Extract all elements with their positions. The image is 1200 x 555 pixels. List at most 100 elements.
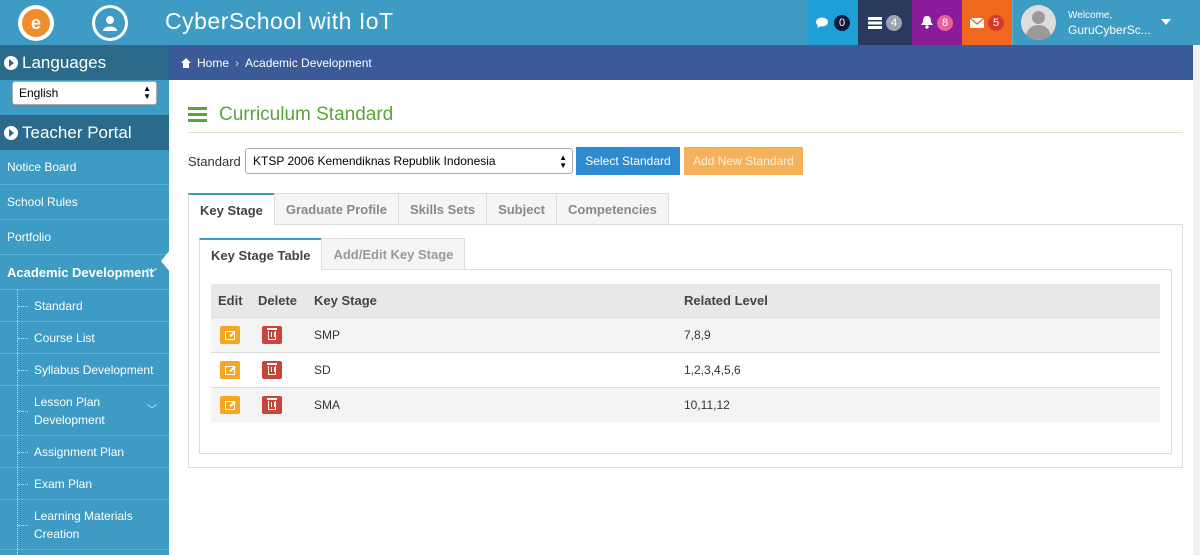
title-divider (188, 132, 1183, 133)
languages-section-title: Languages (0, 45, 169, 80)
related-level-cell: 1,2,3,4,5,6 (684, 363, 741, 377)
key-stage-cell: SMP (314, 328, 341, 342)
delete-button[interactable] (262, 326, 282, 344)
language-value: English (19, 86, 59, 100)
tab-skills-sets[interactable]: Skills Sets (398, 193, 488, 224)
key-stage-table: Edit Delete Key Stage Related Level SMP … (211, 284, 1160, 422)
table-row: SD 1,2,3,4,5,6 (211, 352, 1160, 387)
edit-icon (225, 330, 235, 340)
languages-title: Languages (22, 52, 107, 72)
sidebar-item-portfolio[interactable]: Portfolio (0, 220, 169, 255)
sidebar-item-academic-development[interactable]: Academic Development ﹀ (0, 255, 169, 290)
sidebar-sub-syllabus[interactable]: Syllabus Development (0, 354, 169, 386)
breadcrumb-home[interactable]: Home (197, 56, 229, 70)
language-select[interactable]: English ▲ ▼ (12, 81, 157, 105)
select-arrows-icon: ▲ ▼ (559, 153, 567, 170)
sidebar-item-label: Academic Development (7, 264, 154, 280)
alerts-count-badge: 8 (937, 14, 953, 31)
column-header-related-level: Related Level (684, 293, 768, 308)
envelope-icon (970, 17, 984, 28)
app-title: CyberSchool with IoT (165, 8, 394, 34)
related-level-cell: 7,8,9 (684, 328, 711, 342)
sidebar-sub-exam-plan[interactable]: Exam Plan (0, 468, 169, 500)
portal-title: Teacher Portal (22, 122, 132, 142)
user-name: GuruCyberSc... (1068, 23, 1151, 37)
tasks-notification[interactable]: 4 (858, 0, 912, 45)
circle-arrow-icon (4, 125, 18, 140)
sub-tabs: Key Stage Table Add/Edit Key Stage (199, 238, 466, 270)
sidebar-item-school-rules[interactable]: School Rules (0, 185, 169, 220)
edit-button[interactable] (220, 361, 240, 379)
chevron-down-icon: ﹀ (147, 404, 157, 416)
mail-count-badge: 5 (988, 14, 1004, 31)
mail-notification[interactable]: 5 (962, 0, 1012, 45)
user-logo-icon (95, 8, 125, 38)
active-item-pointer (161, 250, 170, 272)
profile-logo[interactable] (92, 5, 128, 41)
breadcrumb-separator: › (235, 55, 240, 70)
subtab-key-stage-table[interactable]: Key Stage Table (199, 238, 323, 270)
comments-icon (816, 17, 828, 28)
circle-arrow-icon (4, 55, 18, 70)
key-stage-cell: SMA (314, 398, 341, 412)
tab-competencies[interactable]: Competencies (556, 193, 669, 224)
sidebar-sub-label: Lesson Plan Development (34, 394, 105, 427)
sidebar: Languages English ▲ ▼ Teacher Portal Noti… (0, 45, 169, 555)
alerts-notification[interactable]: 8 (912, 0, 962, 45)
list-icon (188, 107, 207, 123)
app-logo[interactable]: e (18, 5, 54, 41)
tab-key-stage[interactable]: Key Stage (188, 193, 275, 225)
edit-icon (225, 400, 235, 410)
edit-button[interactable] (220, 396, 240, 414)
home-icon (181, 57, 191, 68)
table-header: Edit Delete Key Stage Related Level (211, 284, 1160, 317)
sidebar-sub-standard[interactable]: Standard (0, 290, 169, 322)
trash-icon (267, 327, 277, 340)
select-standard-button[interactable]: Select Standard (576, 147, 680, 175)
breadcrumb: Home › Academic Development (169, 45, 1200, 80)
caret-down-icon (1161, 19, 1171, 25)
sidebar-sub-assignment-plan[interactable]: Assignment Plan (0, 436, 169, 468)
sidebar-item-notice-board[interactable]: Notice Board (0, 150, 169, 185)
chat-notification[interactable]: 0 (808, 0, 858, 45)
top-bar: e CyberSchool with IoT 0 4 8 5 Welcome, … (0, 0, 1200, 45)
edit-button[interactable] (220, 326, 240, 344)
page-title-text: Curriculum Standard (219, 104, 394, 125)
column-header-delete: Delete (258, 293, 298, 308)
table-row: SMP 7,8,9 (211, 317, 1160, 352)
column-header-edit: Edit (218, 293, 243, 308)
breadcrumb-current: Academic Development (245, 55, 372, 70)
sidebar-sub-course-list[interactable]: Course List (0, 322, 169, 354)
main-tabs: Key Stage Graduate Profile Skills Sets S… (188, 193, 669, 225)
tasks-icon (868, 16, 882, 29)
related-level-cell: 10,11,12 (684, 398, 730, 412)
delete-button[interactable] (262, 361, 282, 379)
key-stage-cell: SD (314, 363, 331, 377)
sidebar-sub-learning-materials[interactable]: Learning Materials Creation (0, 500, 169, 550)
e-logo-icon: e (22, 9, 50, 37)
page-title: Curriculum Standard (188, 104, 393, 126)
user-menu[interactable]: Welcome, GuruCyberSc... (1012, 0, 1200, 45)
avatar (1021, 5, 1056, 40)
trash-icon (267, 397, 277, 410)
subtab-add-edit-key-stage[interactable]: Add/Edit Key Stage (321, 238, 466, 269)
chevron-down-icon: ﹀ (147, 268, 157, 280)
edit-icon (225, 365, 235, 375)
teacher-portal-title: Teacher Portal (0, 115, 169, 150)
standard-select[interactable]: KTSP 2006 Kemendiknas Republik Indonesia… (245, 148, 573, 174)
welcome-text: Welcome, (1068, 10, 1113, 21)
delete-button[interactable] (262, 396, 282, 414)
standard-value: KTSP 2006 Kemendiknas Republik Indonesia (253, 154, 496, 168)
sidebar-sub-lesson-plan[interactable]: Lesson Plan Development ﹀ (0, 386, 169, 436)
trash-icon (267, 362, 277, 375)
standard-label: Standard (188, 154, 241, 169)
chat-count-badge: 0 (834, 14, 850, 31)
tab-graduate-profile[interactable]: Graduate Profile (273, 193, 400, 224)
table-row: SMA 10,11,12 (211, 387, 1160, 422)
add-new-standard-button[interactable]: Add New Standard (684, 147, 803, 175)
column-header-key-stage: Key Stage (314, 293, 377, 308)
tasks-count-badge: 4 (886, 14, 902, 31)
tab-subject[interactable]: Subject (486, 193, 558, 224)
scrollbar[interactable] (1193, 45, 1200, 555)
select-arrows-icon: ▲ ▼ (143, 84, 151, 101)
